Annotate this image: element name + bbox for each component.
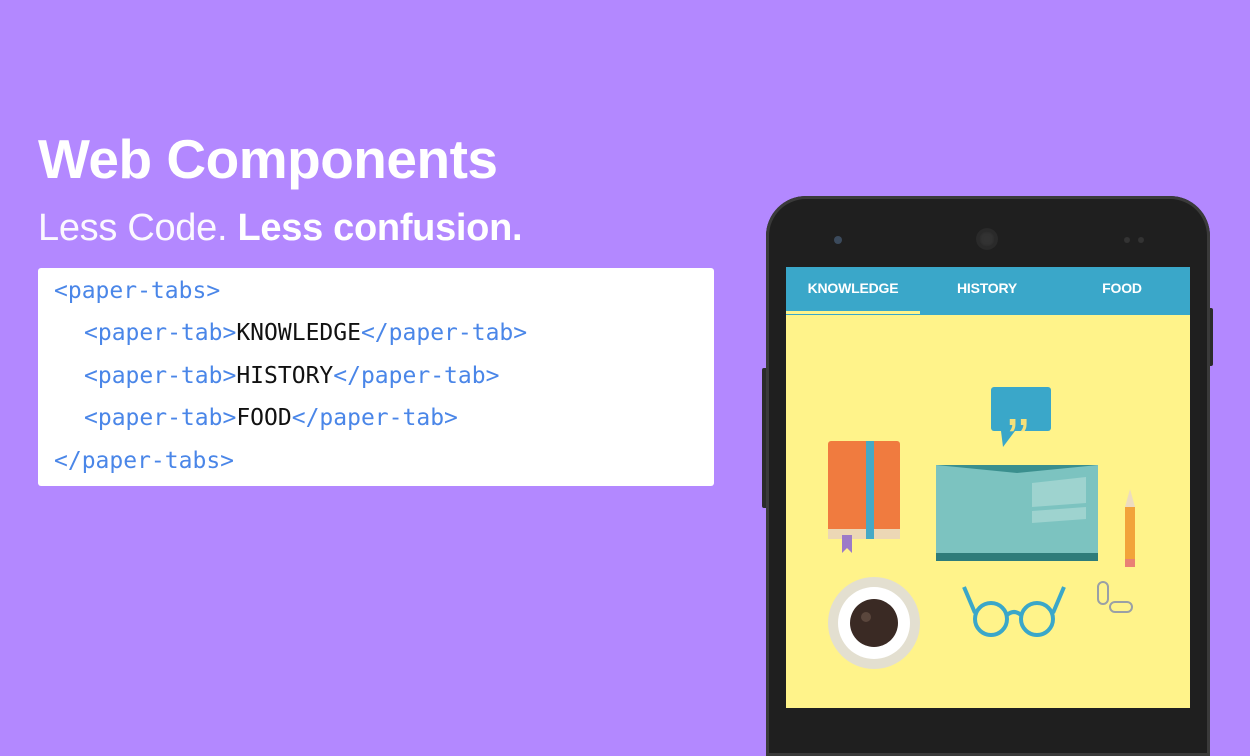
svg-text:,,: ,, [1007,390,1029,434]
code-tag: </paper-tabs> [54,448,235,474]
code-text: FOOD [236,405,292,431]
page-subtitle: Less Code. Less confusion. [38,204,523,252]
code-line-tab: <paper-tab>FOOD</paper-tab> [84,403,458,433]
code-tag: </paper-tab> [333,363,500,389]
code-tag: </paper-tab> [360,320,528,346]
pencil-icon [1125,489,1135,567]
phone-camera [834,236,842,244]
coffee-cup-icon [828,577,920,669]
code-line-close-tabs: </paper-tabs> [54,446,234,476]
paperclip-icon [1097,581,1133,613]
code-line-tab: <paper-tab>KNOWLEDGE</paper-tab> [84,318,527,348]
code-tag: <paper-tab> [84,320,237,346]
glasses-icon [962,586,1066,637]
book-icon [828,441,900,553]
code-tag: <paper-tab> [84,405,237,431]
illustration: ,, [828,387,1135,669]
phone-sensor [1124,237,1130,243]
subtitle-light: Less Code. [38,207,228,249]
code-text: HISTORY [236,363,334,389]
open-book-icon [936,465,1098,561]
code-tag: <paper-tabs> [54,278,221,304]
code-tag: </paper-tab> [291,405,458,431]
code-line-tab: <paper-tab>HISTORY</paper-tab> [84,361,499,391]
page-title: Web Components [38,128,498,190]
subtitle-bold: Less confusion. [237,207,523,249]
quote-bubble-icon: ,, [991,387,1051,447]
code-text: KNOWLEDGE [236,320,361,346]
phone-speaker [976,228,998,250]
phone-screen: KNOWLEDGE HISTORY FOOD ,, [786,267,1190,708]
code-line-open-tabs: <paper-tabs> [54,276,220,306]
code-snippet: <paper-tabs> <paper-tab>KNOWLEDGE</paper… [38,268,714,486]
phone-sensor [1138,237,1144,243]
code-tag: <paper-tab> [84,363,237,389]
